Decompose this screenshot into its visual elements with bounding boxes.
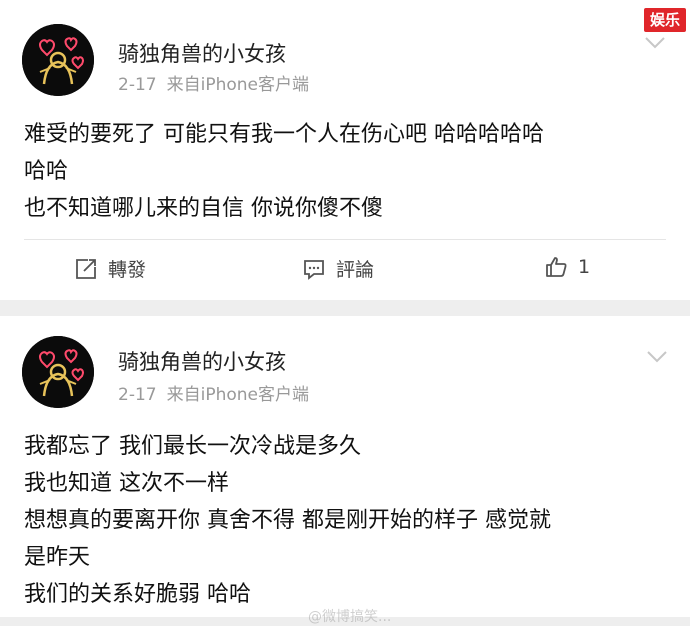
post-meta: 2-17 来自iPhone客户端 bbox=[118, 380, 309, 405]
repost-icon bbox=[76, 258, 96, 279]
post-text: 我都忘了 我们最长一次冷战是多久 我也知道 这次不一样 想想真的要离开你 真舍不… bbox=[24, 428, 674, 613]
post-line: 哈哈 bbox=[24, 159, 69, 184]
comment-icon bbox=[304, 259, 324, 280]
avatar[interactable] bbox=[22, 24, 94, 96]
post-line: 也不知道哪儿来的自信 你说你傻不傻 bbox=[24, 196, 383, 221]
avatar-image bbox=[22, 336, 94, 408]
comment-button[interactable]: 評論 bbox=[302, 255, 374, 282]
post-source: 来自iPhone客户端 bbox=[166, 75, 309, 95]
post-line: 我也知道 这次不一样 bbox=[24, 471, 229, 496]
chevron-down-icon[interactable] bbox=[646, 350, 668, 364]
repost-button[interactable]: 轉發 bbox=[74, 255, 146, 282]
divider bbox=[24, 239, 666, 240]
watermark-bottom: @微博搞笑... bbox=[308, 609, 392, 625]
post-card: 骑独角兽的小女孩 2-17 来自iPhone客户端 我都忘了 我们最长一次冷战是多… bbox=[0, 316, 690, 617]
chevron-down-icon[interactable] bbox=[644, 36, 666, 50]
post-text: 难受的要死了 可能只有我一个人在伤心吧 哈哈哈哈哈 哈哈 也不知道哪儿来的自信 … bbox=[24, 116, 674, 227]
post-card: 骑独角兽的小女孩 2-17 来自iPhone客户端 娱乐 难受的要死了 可能只有我… bbox=[0, 0, 690, 300]
avatar-image bbox=[22, 24, 94, 96]
post-meta: 2-17 来自iPhone客户端 bbox=[118, 70, 309, 95]
brand-badge: 娱乐 bbox=[643, 8, 686, 32]
post-line: 我都忘了 我们最长一次冷战是多久 bbox=[24, 434, 361, 459]
post-line: 想想真的要离开你 真舍不得 都是刚开始的样子 感觉就 bbox=[24, 508, 551, 533]
post-date: 2-17 bbox=[118, 75, 157, 95]
username[interactable]: 骑独角兽的小女孩 bbox=[118, 346, 286, 376]
username[interactable]: 骑独角兽的小女孩 bbox=[118, 38, 286, 68]
post-line: 是昨天 bbox=[24, 545, 91, 570]
like-icon bbox=[546, 257, 567, 277]
post-source: 来自iPhone客户端 bbox=[166, 385, 309, 405]
like-count: 1 bbox=[578, 256, 591, 278]
avatar[interactable] bbox=[22, 336, 94, 408]
repost-label: 轉發 bbox=[108, 259, 147, 281]
post-line: 难受的要死了 可能只有我一个人在伤心吧 哈哈哈哈哈 bbox=[24, 122, 544, 147]
like-button[interactable]: 1 bbox=[544, 255, 590, 279]
post-date: 2-17 bbox=[118, 385, 157, 405]
comment-label: 評論 bbox=[336, 259, 375, 281]
